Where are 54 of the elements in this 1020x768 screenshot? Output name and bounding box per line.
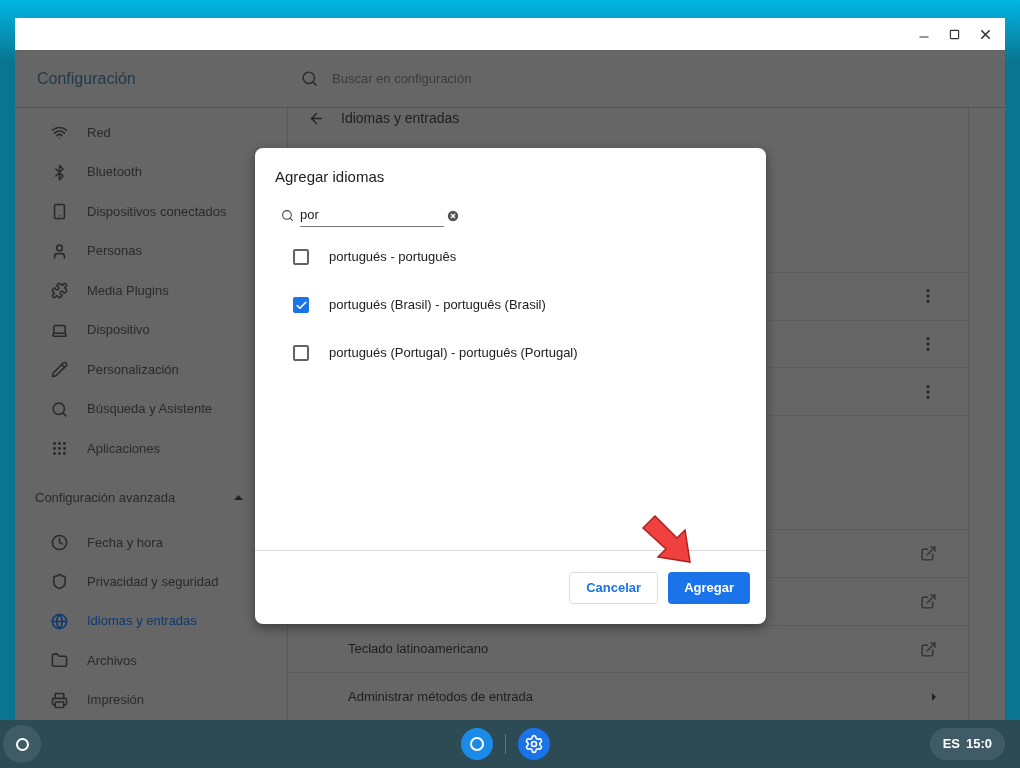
sidebar-item[interactable]: Dispositivo bbox=[15, 310, 287, 350]
sidebar-item[interactable]: Aplicaciones bbox=[15, 428, 287, 469]
language-option[interactable]: portugués (Portugal) - português (Portugal) bbox=[329, 343, 578, 363]
sidebar-item[interactable]: Idiomas y entradas bbox=[15, 601, 287, 641]
globe-icon bbox=[51, 612, 68, 630]
maximize-icon[interactable] bbox=[949, 28, 960, 40]
grid-icon bbox=[51, 440, 68, 457]
sidebar-item[interactable]: Red bbox=[15, 113, 287, 153]
status-area[interactable]: ES 15:0 bbox=[929, 728, 1005, 760]
browser-icon[interactable] bbox=[460, 728, 493, 760]
row-label: Administrar métodos de entrada bbox=[348, 687, 533, 706]
caret-icon[interactable] bbox=[931, 691, 937, 702]
sidebar-item[interactable]: Fecha y hora bbox=[15, 522, 287, 563]
person-icon bbox=[51, 242, 68, 260]
sidebar-item[interactable]: Búsqueda y Asistente bbox=[15, 389, 287, 429]
checkbox[interactable] bbox=[293, 345, 309, 361]
clock-icon bbox=[51, 533, 68, 551]
pencil-icon bbox=[51, 361, 68, 379]
puzzle-icon bbox=[51, 282, 68, 300]
dialog-title: Agregar idiomas bbox=[275, 167, 386, 187]
check-icon bbox=[294, 298, 308, 312]
search-icon bbox=[281, 209, 294, 223]
cancel-button[interactable]: Cancelar bbox=[569, 571, 659, 604]
sidebar-item[interactable]: Media Plugins bbox=[15, 270, 287, 311]
sidebar-item[interactable]: Archivos bbox=[15, 640, 287, 681]
external-link-icon[interactable] bbox=[920, 545, 937, 563]
settings-app-icon[interactable] bbox=[517, 728, 550, 760]
checkbox[interactable] bbox=[293, 297, 309, 313]
external-link-icon[interactable] bbox=[920, 592, 937, 610]
printer-icon bbox=[51, 691, 68, 709]
search-icon bbox=[51, 400, 68, 418]
external-link-icon[interactable] bbox=[920, 640, 937, 658]
row-label: Teclado latinoamericano bbox=[348, 640, 489, 659]
sidebar-item[interactable]: Personalización bbox=[15, 349, 287, 390]
phone-icon bbox=[51, 203, 68, 221]
language-option[interactable]: portugués - português bbox=[329, 247, 457, 267]
app-title: Configuración bbox=[36, 68, 137, 89]
sidebar-item[interactable]: Impresión bbox=[15, 680, 287, 720]
shield-icon bbox=[51, 573, 68, 591]
launcher-button[interactable] bbox=[3, 725, 41, 763]
search-icon bbox=[301, 70, 318, 87]
folder-icon bbox=[51, 652, 68, 670]
sidebar-item[interactable]: Privacidad y seguridad bbox=[15, 562, 287, 602]
clear-icon[interactable] bbox=[446, 208, 460, 223]
page-title: Idiomas y entradas bbox=[341, 108, 460, 128]
language-search-field[interactable]: por bbox=[300, 204, 444, 227]
checkbox[interactable] bbox=[293, 249, 309, 265]
caret-up-icon bbox=[234, 495, 243, 501]
add-button[interactable]: Agregar bbox=[668, 571, 750, 604]
wifi-icon bbox=[51, 124, 68, 142]
sidebar-item[interactable]: Dispositivos conectados bbox=[15, 191, 287, 232]
advanced-toggle[interactable]: Configuración avanzada bbox=[15, 473, 287, 523]
language-option[interactable]: portugués (Brasil) - português (Brasil) bbox=[329, 295, 546, 315]
sidebar-item[interactable]: Personas bbox=[15, 231, 287, 271]
